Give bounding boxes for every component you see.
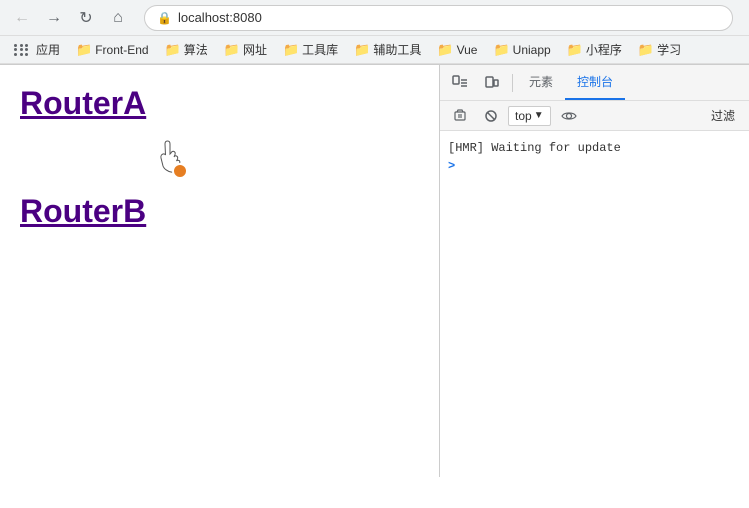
back-button[interactable]: ← xyxy=(8,4,36,32)
nav-bar: ← → ↻ ⌂ 🔒 localhost:8080 xyxy=(0,0,749,36)
bookmark-vue[interactable]: 📁 Vue xyxy=(431,40,483,60)
url-text: localhost:8080 xyxy=(178,10,262,25)
cursor-hint-circle xyxy=(172,163,188,179)
router-b-link[interactable]: RouterB xyxy=(20,193,419,230)
browser-chrome: ← → ↻ ⌂ 🔒 localhost:8080 应用 📁 Front-End … xyxy=(0,0,749,65)
folder-icon: 📁 xyxy=(354,42,370,58)
folder-icon: 📁 xyxy=(165,42,181,58)
console-line-hmr: [HMR] Waiting for update xyxy=(448,139,741,157)
address-bar[interactable]: 🔒 localhost:8080 xyxy=(144,5,733,31)
folder-icon: 📁 xyxy=(283,42,299,58)
bookmark-assist[interactable]: 📁 辅助工具 xyxy=(348,39,427,60)
console-prompt-line[interactable]: > xyxy=(448,157,741,175)
reload-button[interactable]: ↻ xyxy=(72,4,100,32)
stop-button[interactable] xyxy=(478,107,504,125)
clear-console-button[interactable] xyxy=(448,107,474,125)
devtools-device-icon[interactable] xyxy=(476,71,508,95)
apps-grid-icon xyxy=(14,44,29,56)
main-area: RouterA RouterB xyxy=(0,65,749,477)
folder-icon: 📁 xyxy=(567,42,583,58)
bookmark-apps-label: 应用 xyxy=(36,41,60,58)
bookmark-miniprogram-label: 小程序 xyxy=(586,41,622,58)
tab-console[interactable]: 控制台 xyxy=(565,65,625,100)
folder-icon: 📁 xyxy=(224,42,240,58)
bookmark-learn-label: 学习 xyxy=(657,41,681,58)
folder-icon: 📁 xyxy=(437,42,453,58)
bookmark-apps[interactable]: 应用 xyxy=(8,39,66,60)
home-button[interactable]: ⌂ xyxy=(104,4,132,32)
bookmark-miniprogram[interactable]: 📁 小程序 xyxy=(561,39,628,60)
chevron-down-icon: ▼ xyxy=(534,110,544,121)
bookmark-url[interactable]: 📁 网址 xyxy=(218,39,273,60)
devtools-tab-separator xyxy=(512,74,513,92)
bookmark-url-label: 网址 xyxy=(243,41,267,58)
bookmarks-bar: 应用 📁 Front-End 📁 算法 📁 网址 📁 工具库 📁 辅助工具 📁 … xyxy=(0,36,749,64)
folder-icon: 📁 xyxy=(76,42,92,58)
devtools-panel: 元素 控制台 top xyxy=(439,65,749,477)
devtools-toolbar: top ▼ 过滤 xyxy=(440,101,749,131)
bookmark-uniapp[interactable]: 📁 Uniapp xyxy=(487,40,556,60)
lock-icon: 🔒 xyxy=(157,11,172,25)
console-output: [HMR] Waiting for update > xyxy=(440,131,749,477)
bookmark-algorithm[interactable]: 📁 算法 xyxy=(159,39,214,60)
bookmark-frontend-label: Front-End xyxy=(95,43,148,57)
tab-elements[interactable]: 元素 xyxy=(517,65,565,100)
console-prompt-symbol: > xyxy=(448,159,455,173)
folder-icon: 📁 xyxy=(638,42,654,58)
eye-icon-button[interactable] xyxy=(555,107,583,125)
forward-button[interactable]: → xyxy=(40,4,68,32)
context-selector[interactable]: top ▼ xyxy=(508,106,551,126)
devtools-tabs: 元素 控制台 xyxy=(440,65,749,101)
bookmark-uniapp-label: Uniapp xyxy=(513,43,551,57)
filter-button[interactable]: 过滤 xyxy=(705,105,741,126)
console-text-hmr: [HMR] Waiting for update xyxy=(448,141,621,155)
bookmark-learn[interactable]: 📁 学习 xyxy=(632,39,687,60)
bookmark-algorithm-label: 算法 xyxy=(184,41,208,58)
bookmark-assist-label: 辅助工具 xyxy=(373,41,421,58)
bookmark-frontend[interactable]: 📁 Front-End xyxy=(70,40,155,60)
devtools-inspect-icon[interactable] xyxy=(444,71,476,95)
bookmark-tools[interactable]: 📁 工具库 xyxy=(277,39,344,60)
bookmark-vue-label: Vue xyxy=(457,43,478,57)
router-a-link[interactable]: RouterA xyxy=(20,85,419,122)
page-content: RouterA RouterB xyxy=(0,65,439,477)
folder-icon: 📁 xyxy=(493,42,509,58)
bookmark-tools-label: 工具库 xyxy=(302,41,338,58)
